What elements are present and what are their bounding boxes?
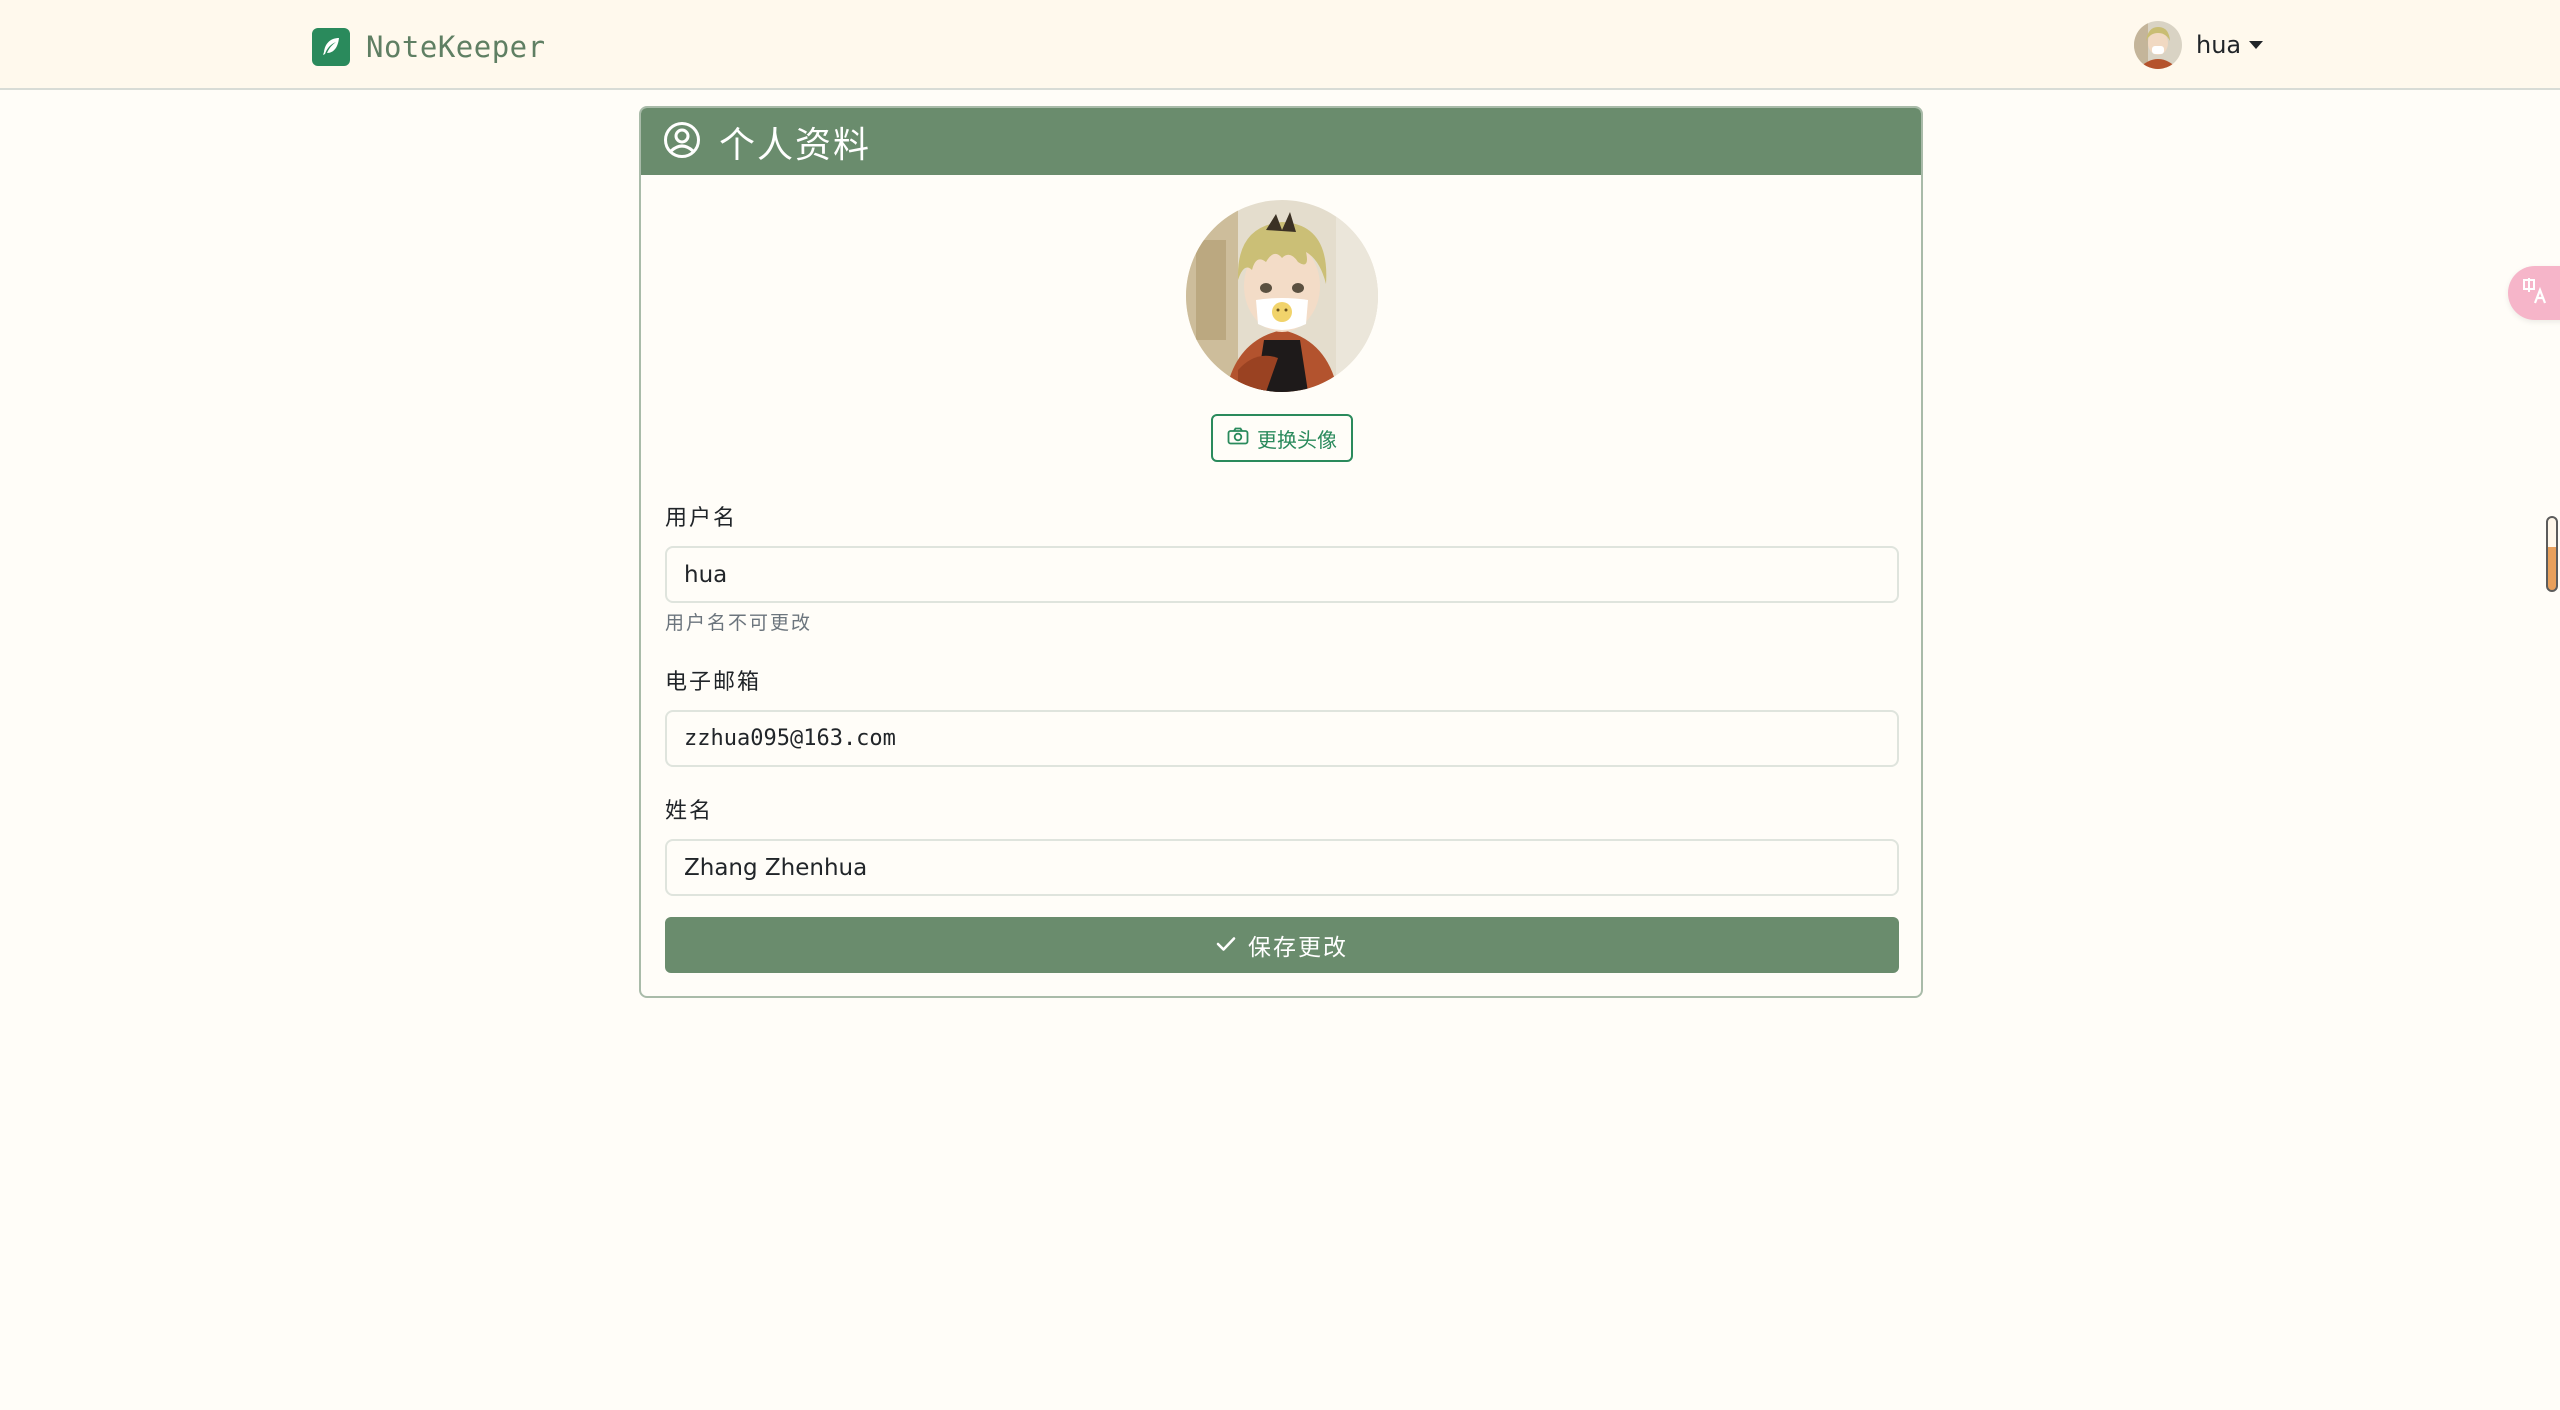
page-title: 个人资料 bbox=[719, 124, 872, 166]
brand-name: NoteKeeper bbox=[366, 30, 546, 64]
full-name-field[interactable] bbox=[665, 839, 1899, 896]
translate-icon bbox=[2522, 277, 2550, 309]
feather-icon bbox=[312, 28, 350, 66]
check-icon bbox=[1216, 932, 1236, 958]
email-field[interactable] bbox=[665, 710, 1899, 767]
brand-link[interactable]: NoteKeeper bbox=[312, 27, 546, 67]
full-name-label: 姓名 bbox=[665, 799, 714, 824]
save-button[interactable]: 保存更改 bbox=[665, 917, 1899, 973]
email-label: 电子邮箱 bbox=[665, 670, 762, 695]
save-label: 保存更改 bbox=[1248, 935, 1348, 961]
user-circle-icon bbox=[663, 121, 701, 163]
user-name: hua bbox=[2196, 31, 2242, 59]
username-field[interactable] bbox=[665, 546, 1899, 603]
username-label: 用户名 bbox=[665, 506, 738, 531]
top-navbar: NoteKeeper hua bbox=[0, 0, 2560, 90]
change-avatar-label: 更换头像 bbox=[1257, 427, 1337, 452]
profile-avatar bbox=[1186, 200, 1378, 392]
username-help-text: 用户名不可更改 bbox=[665, 612, 813, 634]
avatar bbox=[2134, 21, 2182, 69]
camera-icon bbox=[1227, 426, 1249, 450]
caret-down-icon bbox=[2249, 41, 2264, 49]
profile-card: 个人资料 更换头像 用户名 hua 用户名不可更改 电子邮箱 zzhua095@… bbox=[639, 106, 1923, 998]
user-menu-toggle[interactable]: hua bbox=[2134, 20, 2264, 70]
side-scroll-handle[interactable] bbox=[2546, 516, 2558, 592]
translate-button[interactable] bbox=[2508, 266, 2560, 320]
card-header: 个人资料 bbox=[641, 108, 1921, 175]
change-avatar-button[interactable]: 更换头像 bbox=[1211, 414, 1353, 462]
